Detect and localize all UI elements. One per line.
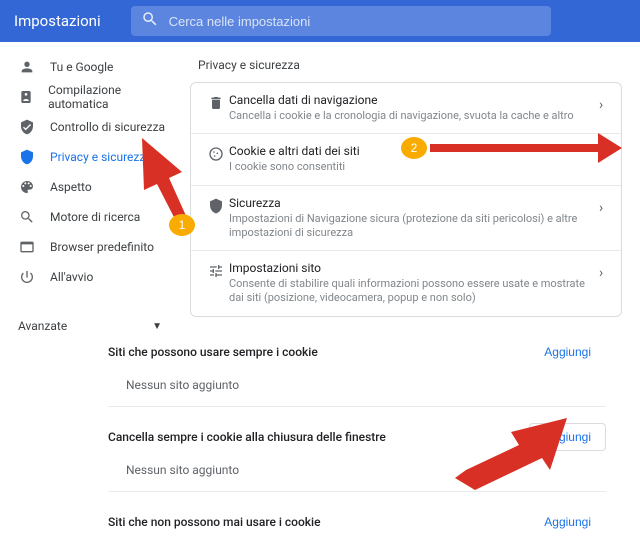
app-header: Impostazioni: [0, 0, 640, 42]
row-title: Sicurezza: [229, 196, 589, 210]
autofill-icon: [18, 89, 34, 105]
row-desc: Impostazioni di Navigazione sicura (prot…: [229, 212, 589, 241]
shield-check-icon: [18, 119, 36, 135]
sidebar-item-safety-check[interactable]: Controllo di sicurezza: [0, 112, 180, 142]
row-site-settings[interactable]: Impostazioni sito Consente di stabilire …: [191, 251, 621, 316]
search-input[interactable]: [169, 14, 541, 29]
empty-text: Nessun sito aggiunto: [108, 378, 606, 392]
chevron-right-icon: ›: [599, 196, 609, 216]
sidebar-item-autofill[interactable]: Compilazione automatica: [0, 82, 180, 112]
add-button[interactable]: Aggiungi: [529, 508, 606, 536]
cookie-icon: [203, 144, 229, 162]
cookies-sites-panel: Siti che possono usare sempre i cookie A…: [88, 314, 626, 560]
row-desc: Consente di stabilire quali informazioni…: [229, 277, 589, 306]
search-engine-icon: [18, 209, 36, 225]
browser-icon: [18, 239, 36, 255]
row-desc: Cancella i cookie e la cronologia di nav…: [229, 109, 589, 123]
sidebar-item-label: Controllo di sicurezza: [50, 120, 165, 134]
empty-text: Nessun sito aggiunto: [108, 463, 606, 477]
add-button[interactable]: Aggiungi: [529, 338, 606, 366]
section-always-allow: Siti che possono usare sempre i cookie A…: [108, 338, 606, 407]
row-title: Impostazioni sito: [229, 261, 589, 275]
section-clear-on-exit: Cancella sempre i cookie alla chiusura d…: [108, 423, 606, 492]
search-box[interactable]: [131, 6, 551, 36]
row-clear-browsing-data[interactable]: Cancella dati di navigazione Cancella i …: [191, 83, 621, 134]
shield-icon: [18, 149, 36, 165]
advanced-label: Avanzate: [18, 319, 67, 333]
sidebar-item-label: Compilazione automatica: [48, 83, 170, 111]
section-title: Siti che non possono mai usare i cookie: [108, 515, 321, 529]
section-title: Cancella sempre i cookie alla chiusura d…: [108, 430, 386, 444]
sidebar-item-label: Browser predefinito: [50, 240, 154, 254]
sidebar-item-default-browser[interactable]: Browser predefinito: [0, 232, 180, 262]
tune-icon: [203, 261, 229, 279]
sidebar-item-privacy[interactable]: Privacy e sicurezza: [0, 142, 180, 172]
privacy-card: Cancella dati di navigazione Cancella i …: [190, 82, 622, 317]
app-title: Impostazioni: [14, 12, 101, 30]
palette-icon: [18, 179, 36, 195]
trash-icon: [203, 93, 229, 111]
section-title: Siti che possono usare sempre i cookie: [108, 345, 318, 359]
power-icon: [18, 269, 36, 285]
section-title: Privacy e sicurezza: [190, 58, 622, 72]
row-cookies[interactable]: Cookie e altri dati dei siti I cookie so…: [191, 134, 621, 185]
search-icon: [141, 10, 159, 32]
sidebar-item-search-engine[interactable]: Motore di ricerca: [0, 202, 180, 232]
row-title: Cookie e altri dati dei siti: [229, 144, 589, 158]
sidebar-item-label: Aspetto: [50, 180, 92, 194]
row-title: Cancella dati di navigazione: [229, 93, 589, 107]
chevron-right-icon: ›: [599, 144, 609, 164]
person-icon: [18, 59, 36, 75]
sidebar-item-label: Privacy e sicurezza: [50, 150, 152, 164]
sidebar-item-appearance[interactable]: Aspetto: [0, 172, 180, 202]
sidebar-item-you-and-google[interactable]: Tu e Google: [0, 52, 180, 82]
sidebar-item-label: Motore di ricerca: [50, 210, 140, 224]
sidebar-item-label: All'avvio: [50, 270, 93, 284]
row-security[interactable]: Sicurezza Impostazioni di Navigazione si…: [191, 186, 621, 252]
sidebar-item-label: Tu e Google: [50, 60, 113, 74]
chevron-right-icon: ›: [599, 261, 609, 281]
sidebar-item-on-startup[interactable]: All'avvio: [0, 262, 180, 292]
section-never-allow: Siti che non possono mai usare i cookie …: [108, 508, 606, 544]
chevron-right-icon: ›: [599, 93, 609, 113]
row-desc: I cookie sono consentiti: [229, 160, 589, 174]
security-icon: [203, 196, 229, 214]
add-button[interactable]: Aggiungi: [529, 423, 606, 451]
